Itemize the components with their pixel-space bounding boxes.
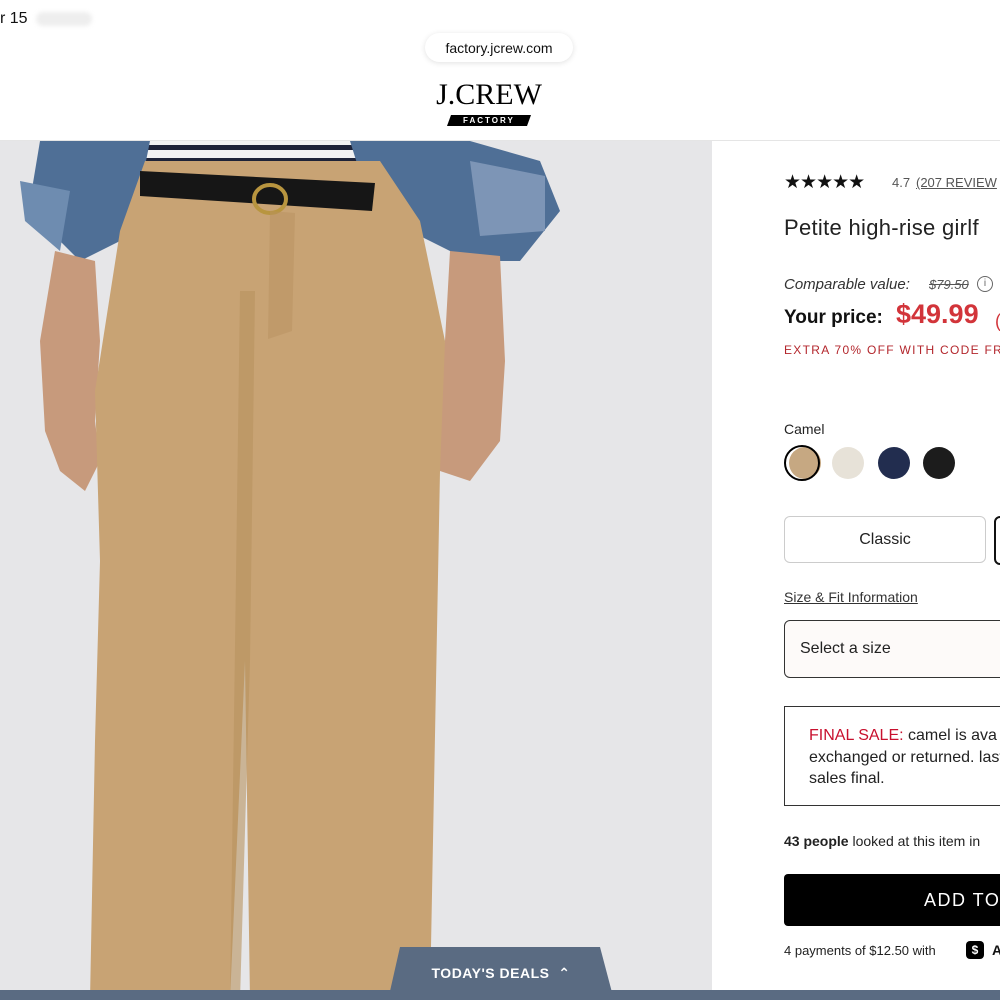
url-text: factory.jcrew.com (445, 39, 553, 56)
add-to-bag-button[interactable]: ADD TO (784, 874, 1000, 926)
price: $49.99 (896, 299, 979, 329)
comparable-label: Comparable value: (784, 276, 910, 293)
product-title: Petite high-rise girlf (784, 215, 979, 240)
final-sale-text: FINAL SALE: camel is ava exchanged or re… (809, 725, 1000, 790)
todays-deals-label: TODAY'S DEALS ⌃ (431, 965, 571, 981)
color-label: Camel (784, 421, 825, 437)
status-blur (36, 12, 92, 26)
bottom-bar (0, 990, 1000, 1000)
viewers-count: 43 people looked at this item in (784, 833, 981, 849)
price-extra: ( (995, 311, 1000, 332)
swatch-navy[interactable] (878, 447, 910, 479)
product-details-panel: ★★★★★ 4.7 (207 REVIEW Petite high-rise g… (712, 141, 1000, 990)
url-bar[interactable]: factory.jcrew.com (425, 33, 573, 62)
payments-text: 4 payments of $12.50 with (784, 943, 936, 958)
rating-stars-icon: ★★★★★ (784, 172, 865, 193)
reviews-link[interactable]: (207 REVIEW (916, 175, 997, 190)
swatch-ivory[interactable] (832, 447, 864, 479)
size-fit-link[interactable]: Size & Fit Information (784, 589, 918, 605)
your-price-label: Your price: (784, 307, 883, 328)
swatch-selected-ring (784, 445, 820, 481)
cashapp-icon[interactable]: $ (966, 941, 984, 959)
final-sale-notice: FINAL SALE: camel is ava exchanged or re… (784, 706, 1000, 806)
product-image[interactable] (0, 141, 712, 1000)
promo-text: EXTRA 70% OFF WITH CODE FR (784, 343, 1000, 357)
info-icon[interactable]: i (977, 276, 993, 292)
chevron-up-icon: ⌃ (558, 965, 571, 981)
status-time: r 15 (0, 10, 28, 27)
add-to-bag-label: ADD TO (924, 890, 1000, 910)
swatch-black[interactable] (923, 447, 955, 479)
final-sale-label: FINAL SALE: (809, 727, 904, 744)
comparable-value: $79.50 (929, 277, 969, 292)
size-select[interactable]: Select a size (784, 620, 1000, 678)
logo-badge: FACTORY (447, 115, 531, 126)
cashapp-label[interactable]: A (992, 942, 1000, 958)
rating-value: 4.7 (892, 175, 911, 190)
jcrew-factory-logo[interactable]: J.CREW FACTORY (430, 80, 548, 128)
fit-classic-button[interactable]: Classic (784, 516, 986, 563)
size-select-placeholder: Select a size (800, 640, 891, 657)
logo-text: J.CREW (436, 78, 542, 111)
fit-option-button[interactable] (994, 516, 1000, 565)
